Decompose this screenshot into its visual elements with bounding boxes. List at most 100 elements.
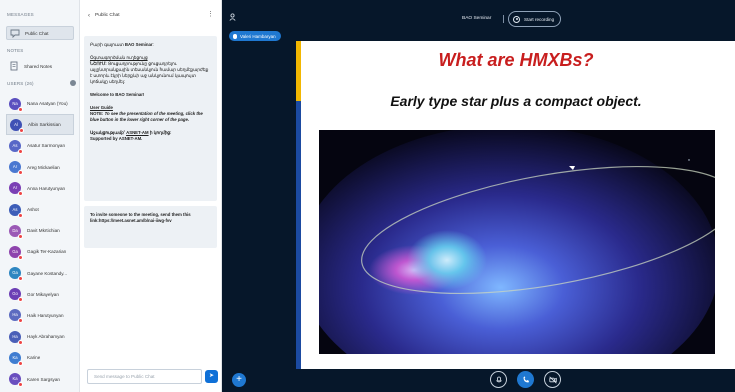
chat-options-icon[interactable]: ⋮	[207, 11, 214, 18]
user-name: Hayk Abrahamyan	[27, 334, 65, 340]
notes-icon	[10, 61, 18, 71]
avatar-initials: Na	[12, 100, 18, 106]
leave-audio-button[interactable]	[517, 371, 534, 388]
avatar: Go	[9, 288, 23, 303]
avatar-initials: Ar	[12, 164, 18, 170]
avatar-initials: Ha	[12, 312, 18, 318]
muted-mic-icon	[18, 276, 23, 282]
shared-notes-label: Shared Notes	[24, 63, 53, 69]
slide-accent-blue	[296, 101, 301, 369]
asnet-link: ASNET-AM	[126, 130, 149, 135]
send-message-button[interactable]: ➤	[205, 370, 218, 383]
user-list: Na Nana Asatyan (You) Al Albin Sarkissian As…	[0, 93, 80, 392]
user-name: Gor Mikayelyan	[27, 291, 59, 297]
avatar: Na	[9, 97, 23, 112]
avatar-initials: Ka	[12, 376, 18, 382]
avatar-initials: Al	[14, 121, 18, 127]
user-name: Areg Mickaelian	[27, 164, 60, 170]
user-list-toggle-icon[interactable]	[229, 13, 237, 21]
chat-panel: ‹ Public Chat ⋮ Բարի գալուստ BAO Seminar…	[80, 0, 222, 392]
share-webcam-button[interactable]	[544, 371, 561, 388]
user-name: Karen Sargsyan	[27, 376, 60, 382]
chat-message-input[interactable]	[87, 369, 202, 384]
avatar-initials: Ga	[12, 248, 18, 254]
user-list-item[interactable]: As Asatur Sarmonyan	[0, 135, 80, 156]
record-label: Start recording	[524, 16, 555, 22]
user-name: Albin Sarkissian	[28, 122, 61, 128]
meeting-name: BAO Seminar	[462, 16, 492, 21]
avatar: As	[9, 203, 23, 218]
user-list-item[interactable]: Ha Haik Harutyunyan	[0, 305, 80, 326]
start-recording-button[interactable]: Start recording	[508, 11, 561, 27]
slide-title: What are HMXBs?	[438, 50, 594, 70]
invite-message: To invite someone to the meeting, send t…	[84, 206, 217, 248]
user-list-item[interactable]: Ka Karine	[0, 347, 80, 368]
user-list-item[interactable]: Ar Anna Harutyunyan	[0, 178, 80, 199]
muted-mic-icon	[18, 106, 23, 112]
hmxb-illustration	[319, 130, 715, 354]
muted-mic-icon	[18, 339, 23, 345]
user-name: Asatur Sarmonyan	[27, 143, 66, 149]
microphone-icon	[233, 33, 237, 39]
user-list-item[interactable]: Da Davit Mkrtichian	[0, 220, 80, 241]
topbar-divider	[503, 15, 504, 23]
guide-en: User Guide NOTE: To see the presentation …	[90, 105, 203, 122]
presentation-slide: What are HMXBs? Early type star plus a c…	[296, 41, 735, 369]
user-list-item[interactable]: Ga Gagik Ter-Kazarian	[0, 241, 80, 262]
muted-mic-icon	[18, 254, 23, 260]
user-list-item[interactable]: Ha Hayk Abrahamyan	[0, 326, 80, 347]
muted-mic-icon	[18, 212, 23, 218]
muted-mic-icon	[19, 127, 24, 133]
chat-title[interactable]: Public Chat	[95, 13, 120, 18]
record-icon	[513, 15, 520, 23]
notes-section-label: NOTES	[7, 48, 24, 53]
avatar: As	[9, 139, 23, 154]
chat-header: ‹ Public Chat ⋮	[80, 0, 222, 32]
avatar-initials: Go	[12, 291, 18, 297]
presentation-area: BAO Seminar Start recording Valeri Hamba…	[222, 0, 735, 392]
chat-icon	[10, 29, 20, 38]
user-list-item[interactable]: Na Nana Asatyan (You)	[0, 93, 80, 114]
user-name: Anna Harutyunyan	[27, 185, 66, 191]
audio-icon	[495, 376, 502, 382]
avatar: Ar	[9, 182, 23, 197]
muted-mic-icon	[18, 170, 23, 176]
user-list-item[interactable]: Ga Gayane Kostandy...	[0, 263, 80, 284]
slide-subtitle: Early type star plus a compact object.	[390, 93, 642, 109]
sidebar-item-public-chat[interactable]: Public Chat	[6, 26, 74, 40]
sidebar-item-shared-notes[interactable]: Shared Notes	[6, 59, 74, 73]
audio-settings-button[interactable]	[490, 371, 507, 388]
invite-text[interactable]: To invite someone to the meeting, send t…	[90, 212, 211, 224]
user-name: Haik Harutyunyan	[27, 312, 64, 318]
messages-section-label: MESSAGES	[7, 12, 34, 17]
avatar: Da	[9, 224, 23, 239]
avatar-initials: Ka	[12, 354, 18, 360]
avatar: Al	[10, 118, 24, 133]
actions-add-button[interactable]: +	[232, 373, 246, 387]
avatar-initials: As	[12, 206, 18, 212]
user-name: Davit Mkrtichian	[27, 228, 60, 234]
user-list-item[interactable]: Ka Karen Sargsyan	[0, 368, 80, 389]
user-name: Gayane Kostandy...	[27, 270, 68, 276]
users-settings-gear-icon[interactable]	[70, 80, 76, 86]
avatar: Ha	[9, 309, 23, 324]
avatar: Ar	[9, 161, 23, 176]
video-off-icon	[548, 376, 557, 383]
user-list-item[interactable]: Ar Areg Mickaelian	[0, 157, 80, 178]
user-list-item[interactable]: As Ashot	[0, 199, 80, 220]
user-list-item[interactable]: Go Gor Mikayelyan	[0, 284, 80, 305]
send-arrow-icon: ➤	[208, 373, 215, 379]
presenter-badge: Valeri Hambaryan	[229, 31, 281, 41]
muted-mic-icon	[18, 318, 23, 324]
avatar-initials: Ha	[12, 333, 18, 339]
public-chat-label: Public Chat	[25, 30, 49, 36]
muted-mic-icon	[18, 360, 23, 366]
back-chevron-icon[interactable]: ‹	[88, 13, 90, 19]
users-section-label: USERS (26)	[7, 81, 34, 86]
user-name: Gagik Ter-Kazarian	[27, 249, 67, 255]
avatar: Ha	[9, 330, 23, 345]
muted-mic-icon	[18, 233, 23, 239]
user-name: Nana Asatyan (You)	[27, 101, 68, 107]
phone-icon	[523, 375, 529, 382]
user-list-item[interactable]: Al Albin Sarkissian	[6, 114, 74, 136]
